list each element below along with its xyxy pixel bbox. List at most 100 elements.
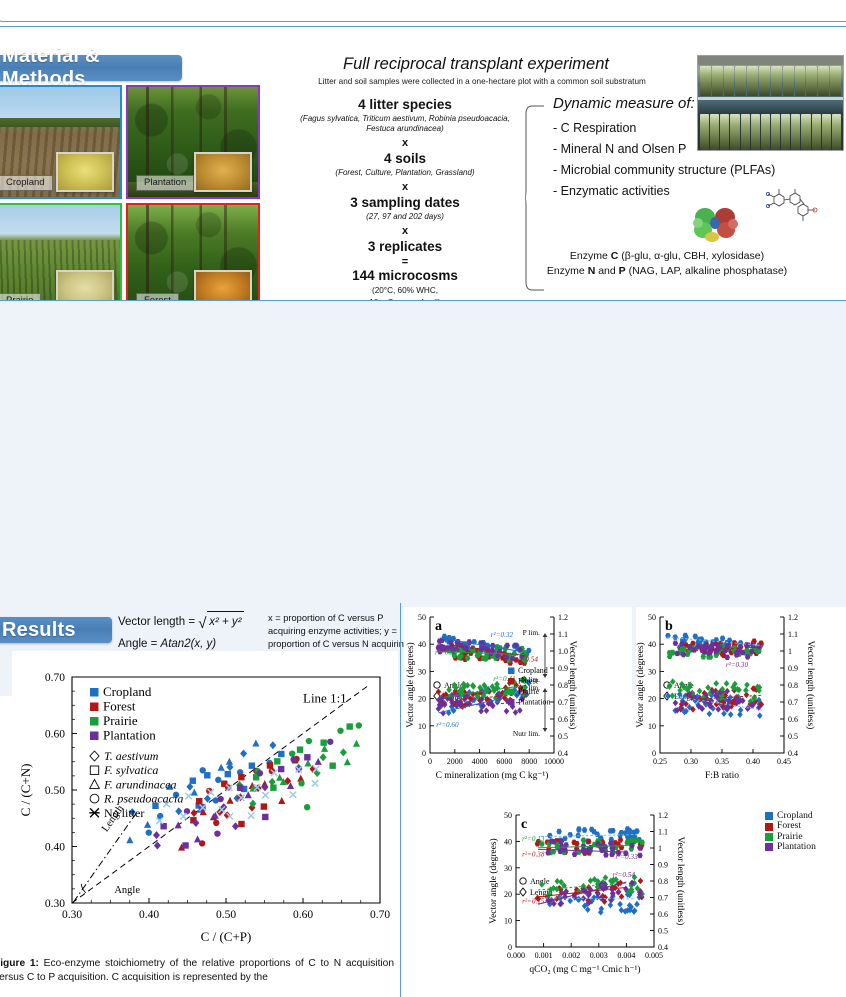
svg-text:2000: 2000 (447, 757, 463, 766)
enzyme-p-bold: P (618, 265, 626, 278)
results-column-divider (400, 603, 402, 997)
svg-text:0.7: 0.7 (788, 698, 798, 707)
svg-text:r²=0.33: r²=0.33 (615, 853, 638, 861)
legend-label-prairie: Prairie (777, 830, 803, 842)
design-operator-2: x (401, 180, 409, 193)
svg-text:0.70: 0.70 (370, 909, 390, 921)
microcosm-jars-photo (697, 55, 844, 151)
enzyme-np-prefix: Enzyme (546, 265, 588, 278)
svg-text:0.45: 0.45 (777, 757, 791, 766)
svg-text:10: 10 (504, 917, 512, 926)
svg-text:R. pseudoacacia: R. pseudoacacia (103, 792, 183, 806)
svg-text:Plantation: Plantation (518, 698, 550, 707)
design-litter-title: 4 litter species (358, 97, 452, 112)
photo-cropland: Cropland (0, 85, 122, 199)
svg-text:r²=0.38: r²=0.38 (522, 851, 545, 859)
svg-text:0.50: 0.50 (45, 785, 65, 797)
litter-inset-cropland (56, 152, 114, 192)
svg-text:F. sylvatica: F. sylvatica (103, 763, 158, 777)
material-and-methods-section: Material & Methods Cropland Plantation P… (0, 26, 846, 317)
legend-swatch-forest (765, 822, 773, 831)
section-banner-results: Results (0, 617, 112, 643)
right-side-legend: Cropland Forest Prairie Plantation (762, 809, 844, 857)
panel-a-chart: 0 2000 4000 6000 8000 10000 0 10 20 30 40 50 0.4 0.5 0… (404, 607, 632, 803)
vector-length-label: Vector length = (118, 616, 196, 628)
legend-item-prairie: Prairie (765, 830, 841, 842)
svg-text:1.2: 1.2 (558, 613, 568, 622)
svg-text:0.5: 0.5 (788, 732, 798, 741)
svg-text:50: 50 (418, 613, 426, 622)
svg-text:10: 10 (648, 722, 656, 731)
svg-text:Cropland: Cropland (518, 666, 548, 675)
svg-text:0.8: 0.8 (788, 681, 798, 690)
legend-label-plantation: Plantation (777, 841, 816, 853)
svg-text:0.004: 0.004 (617, 951, 635, 960)
svg-text:1.0: 1.0 (558, 647, 568, 656)
svg-text:Line 1:1: Line 1:1 (303, 690, 347, 705)
litter-inset-plantation (194, 152, 252, 192)
svg-text:r²=0.13: r²=0.13 (522, 835, 545, 843)
svg-text:F:B ratio: F:B ratio (705, 771, 739, 781)
vector-length-expr: x² + y² (207, 611, 244, 634)
svg-text:0.30: 0.30 (684, 757, 698, 766)
svg-text:1.2: 1.2 (788, 613, 798, 622)
svg-text:0.60: 0.60 (45, 729, 65, 741)
design-total-sub-1: (20°C, 60% WHC, (371, 285, 439, 295)
angle-expr: Atan2(x, y) (160, 637, 217, 650)
experiment-title: Full reciprocal transplant experiment (343, 55, 609, 73)
photo-label-plantation: Plantation (136, 175, 195, 191)
svg-text:0.25: 0.25 (653, 757, 667, 766)
svg-text:r²=0.54: r²=0.54 (516, 656, 539, 664)
photo-label-cropland: Cropland (0, 175, 53, 191)
enzyme-line-np: Enzyme N and P (NAG, LAP, alkaline phosp… (512, 264, 822, 279)
svg-text:C mineralization (mg C kg⁻¹): C mineralization (mg C kg⁻¹) (436, 770, 549, 781)
plfa-molecule-icon (766, 189, 818, 221)
svg-text:0.40: 0.40 (746, 757, 760, 766)
svg-text:Prairie: Prairie (518, 687, 540, 696)
figure1-caption-bold: Figure 1: (0, 958, 39, 969)
section-banner-methods: Material & Methods (0, 45, 182, 90)
svg-text:Vector length (unitless): Vector length (unitless) (675, 837, 686, 926)
svg-text:0: 0 (428, 757, 432, 766)
top-panel-left (0, 0, 846, 22)
svg-text:1.1: 1.1 (658, 828, 668, 837)
svg-text:Plantation: Plantation (103, 728, 156, 743)
site-photo-grid: Cropland Plantation Prairie Forest (0, 85, 260, 317)
svg-text:0.6: 0.6 (788, 715, 798, 724)
svg-text:40: 40 (648, 640, 656, 649)
svg-text:0.001: 0.001 (535, 951, 553, 960)
design-litter-sub: (Fagus sylvatica, Triticum aestivum, Rob… (300, 113, 510, 133)
svg-text:Vector angle (degrees): Vector angle (degrees) (405, 642, 416, 727)
svg-text:1.1: 1.1 (558, 630, 568, 639)
svg-text:0: 0 (508, 943, 512, 952)
svg-text:0.30: 0.30 (45, 898, 65, 910)
svg-text:r²=0.60: r²=0.60 (436, 721, 459, 729)
svg-text:r²=0.32: r²=0.32 (491, 631, 514, 639)
svg-text:0.4: 0.4 (558, 749, 568, 758)
experiment-subtitle: Litter and soil samples were collected i… (318, 77, 646, 86)
svg-text:0.70: 0.70 (45, 672, 65, 684)
svg-text:c: c (521, 817, 527, 832)
svg-text:r²=0.54: r²=0.54 (613, 871, 636, 879)
svg-text:Nutr lim.: Nutr lim. (513, 729, 540, 738)
svg-text:0.6: 0.6 (658, 910, 668, 919)
enzyme-protein-icon (693, 208, 738, 242)
svg-text:1.1: 1.1 (788, 630, 798, 639)
svg-text:50: 50 (648, 613, 656, 622)
jar-row-bottom (698, 114, 843, 150)
svg-text:0.7: 0.7 (658, 894, 668, 903)
experimental-design-column: 4 litter species (Fagus sylvatica, Triti… (290, 97, 520, 309)
measure-item-microbial-community: - Microbial community structure (PLFAs) (553, 163, 776, 177)
svg-text:No litter: No litter (104, 806, 144, 820)
svg-text:0.6: 0.6 (558, 715, 568, 724)
svg-text:0.7: 0.7 (558, 698, 568, 707)
enzyme-np-mid: and (595, 265, 619, 278)
svg-text:4000: 4000 (472, 757, 488, 766)
legend-swatch-plantation (765, 843, 773, 852)
figure1-chart: 0.30 0.40 0.50 0.60 0.70 0.30 0.40 0.50 0.60 0.70… (12, 651, 398, 951)
figure1-caption-text: Eco-enzyme stoichiometry of the relative… (0, 958, 394, 984)
svg-text:0.40: 0.40 (139, 909, 159, 921)
svg-text:30: 30 (504, 864, 512, 873)
angle-label: Angle = (118, 637, 158, 650)
svg-text:0.35: 0.35 (715, 757, 729, 766)
